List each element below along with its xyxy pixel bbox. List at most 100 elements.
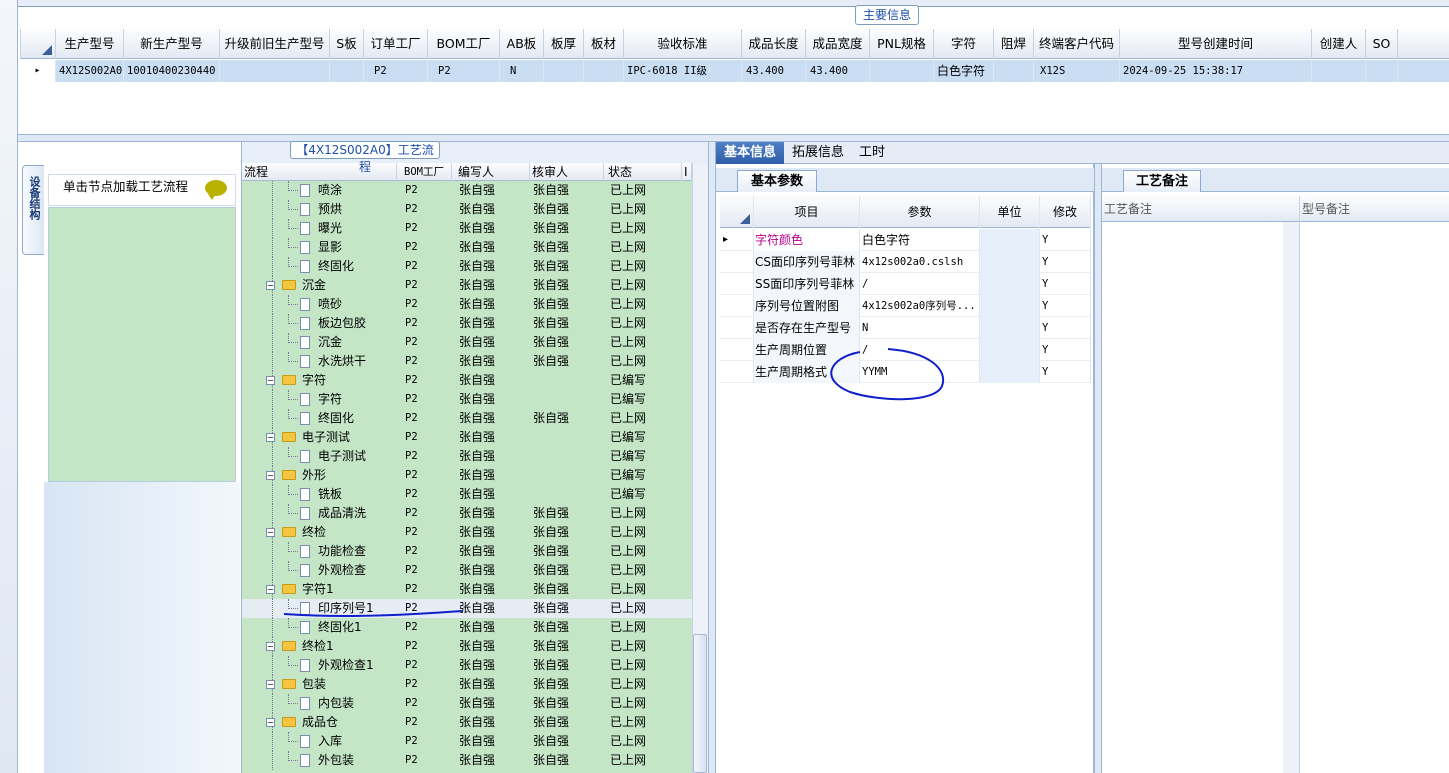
tree-row[interactable]: − 终检 P2 张自强 张自强 已上网	[242, 523, 692, 542]
cell-9[interactable]: IPC-6018 II级	[624, 60, 742, 82]
param-value[interactable]: YYMM	[860, 361, 980, 383]
param-unit[interactable]	[980, 295, 1040, 317]
tree-node-name[interactable]: 曝光	[318, 219, 342, 238]
cell-2[interactable]	[220, 60, 330, 82]
cell-3[interactable]	[330, 60, 364, 82]
collapse-toggle[interactable]: −	[266, 376, 275, 385]
collapse-toggle[interactable]: −	[266, 528, 275, 537]
tree-node-name[interactable]: 外包装	[318, 751, 354, 770]
tree-row[interactable]: − 成品仓 P2 张自强 张自强 已上网	[242, 713, 692, 732]
tree-row[interactable]: 功能检查 P2 张自强 张自强 已上网	[242, 542, 692, 561]
vertical-splitter[interactable]	[708, 142, 716, 773]
cell-0[interactable]: 4X12S002A0	[56, 60, 124, 82]
params-row[interactable]: 生产周期格式 YYMM Y	[720, 361, 1091, 383]
tree-node-name[interactable]: 入库	[318, 732, 342, 751]
tree-row[interactable]: 曝光 P2 张自强 张自强 已上网	[242, 219, 692, 238]
header-17[interactable]: 创建人	[1312, 29, 1366, 59]
tree-row[interactable]: 电子测试 P2 张自强 已编写	[242, 447, 692, 466]
param-value[interactable]: N	[860, 317, 980, 339]
notes-header-1[interactable]: 型号备注	[1302, 196, 1449, 222]
cell-17[interactable]	[1312, 60, 1366, 82]
tree-row[interactable]: − 电子测试 P2 张自强 已编写	[242, 428, 692, 447]
header-0[interactable]: 生产型号	[56, 29, 124, 59]
notes-header-0[interactable]: 工艺备注	[1104, 196, 1294, 222]
header-1[interactable]: 新生产型号	[124, 29, 220, 59]
tree-header-4[interactable]: 状态	[606, 163, 682, 181]
header-8[interactable]: 板材	[584, 29, 624, 59]
params-header-1[interactable]: 参数	[860, 196, 980, 228]
param-modify[interactable]: Y	[1040, 361, 1091, 383]
tree-row[interactable]: − 终检1 P2 张自强 张自强 已上网	[242, 637, 692, 656]
tree-node-name[interactable]: 终检	[302, 523, 326, 542]
header-10[interactable]: 成品长度	[742, 29, 806, 59]
tree-row[interactable]: − 包装 P2 张自强 张自强 已上网	[242, 675, 692, 694]
param-modify[interactable]: Y	[1040, 273, 1091, 295]
header-3[interactable]: S板	[330, 29, 364, 59]
tree-node-name[interactable]: 喷砂	[318, 295, 342, 314]
tree-row[interactable]: 喷涂 P2 张自强 张自强 已上网	[242, 181, 692, 200]
tree-node-name[interactable]: 水洗烘干	[318, 352, 366, 371]
header-18[interactable]: SO	[1366, 29, 1398, 59]
params-header-0[interactable]: 项目	[754, 196, 860, 228]
tree-node-name[interactable]: 外观检查1	[318, 656, 374, 675]
tree-node-name[interactable]: 外形	[302, 466, 326, 485]
tree-node-name[interactable]: 沉金	[318, 333, 342, 352]
collapse-toggle[interactable]: −	[266, 718, 275, 727]
tree-row[interactable]: 显影 P2 张自强 张自强 已上网	[242, 238, 692, 257]
cell-1[interactable]: 10010400230440	[124, 60, 220, 82]
cell-18[interactable]	[1366, 60, 1398, 82]
cell-7[interactable]	[544, 60, 584, 82]
params-row[interactable]: SS面印序列号菲林 / Y	[720, 273, 1091, 295]
header-5[interactable]: BOM工厂	[428, 29, 500, 59]
tree-header-5[interactable]: I	[682, 163, 692, 181]
tree-node-name[interactable]: 终检1	[302, 637, 334, 656]
tree-row[interactable]: 字符 P2 张自强 已编写	[242, 390, 692, 409]
params-row[interactable]: ▸ 字符颜色 白色字符 Y	[720, 229, 1091, 251]
params-header-2[interactable]: 单位	[980, 196, 1040, 228]
param-modify[interactable]: Y	[1040, 317, 1091, 339]
param-unit[interactable]	[980, 251, 1040, 273]
tree-node-name[interactable]: 功能检查	[318, 542, 366, 561]
collapse-toggle[interactable]: −	[266, 680, 275, 689]
header-11[interactable]: 成品宽度	[806, 29, 870, 59]
vertical-splitter-2[interactable]	[1094, 164, 1102, 773]
params-header-3[interactable]: 修改	[1040, 196, 1091, 228]
tree-row[interactable]: 终固化 P2 张自强 张自强 已上网	[242, 409, 692, 428]
tree-node-name[interactable]: 终固化	[318, 409, 354, 428]
param-modify[interactable]: Y	[1040, 251, 1091, 273]
tree-row[interactable]: 入库 P2 张自强 张自强 已上网	[242, 732, 692, 751]
tree-node-name[interactable]: 成品仓	[302, 713, 338, 732]
tree-node-name[interactable]: 外观检查	[318, 561, 366, 580]
header-2[interactable]: 升级前旧生产型号	[220, 29, 330, 59]
tree-row[interactable]: 水洗烘干 P2 张自强 张自强 已上网	[242, 352, 692, 371]
tree-row[interactable]: 外包装 P2 张自强 张自强 已上网	[242, 751, 692, 770]
param-value[interactable]: 4x12s002a0序列号...	[860, 295, 980, 317]
cell-11[interactable]: 43.400	[806, 60, 870, 82]
tree-row[interactable]: 喷砂 P2 张自强 张自强 已上网	[242, 295, 692, 314]
cell-16[interactable]: 2024-09-25 15:38:17	[1120, 60, 1312, 82]
tree-row[interactable]: − 字符1 P2 张自强 张自强 已上网	[242, 580, 692, 599]
tree-node-name[interactable]: 预烘	[318, 200, 342, 219]
cell-8[interactable]	[584, 60, 624, 82]
header-12[interactable]: PNL规格	[870, 29, 934, 59]
params-row[interactable]: 生产周期位置 / Y	[720, 339, 1091, 361]
tree-node-name[interactable]: 铣板	[318, 485, 342, 504]
tab-extended-info[interactable]: 拓展信息	[786, 142, 850, 164]
tree-row[interactable]: 印序列号1 P2 张自强 张自强 已上网	[242, 599, 692, 618]
tree-node-name[interactable]: 喷涂	[318, 181, 342, 200]
main-info-row[interactable]: ▸ 4X12S002A0 10010400230440 P2 P2 N IPC-6018 I…	[20, 60, 1449, 82]
tree-node-name[interactable]: 显影	[318, 238, 342, 257]
tree-row[interactable]: 板边包胶 P2 张自强 张自强 已上网	[242, 314, 692, 333]
tree-node-name[interactable]: 终固化1	[318, 618, 362, 637]
tab-work-hours[interactable]: 工时	[854, 142, 890, 164]
tree-header-0[interactable]: 流程	[242, 163, 397, 181]
tree-node-name[interactable]: 包装	[302, 675, 326, 694]
header-13[interactable]: 字符	[934, 29, 994, 59]
tree-row[interactable]: 沉金 P2 张自强 张自强 已上网	[242, 333, 692, 352]
tree-header-3[interactable]: 核审人	[530, 163, 604, 181]
notes-scrollbar[interactable]	[1283, 222, 1299, 773]
tree-node-name[interactable]: 字符	[302, 371, 326, 390]
collapse-toggle[interactable]: −	[266, 433, 275, 442]
tree-row[interactable]: 铣板 P2 张自强 已编写	[242, 485, 692, 504]
param-value[interactable]: /	[860, 339, 980, 361]
